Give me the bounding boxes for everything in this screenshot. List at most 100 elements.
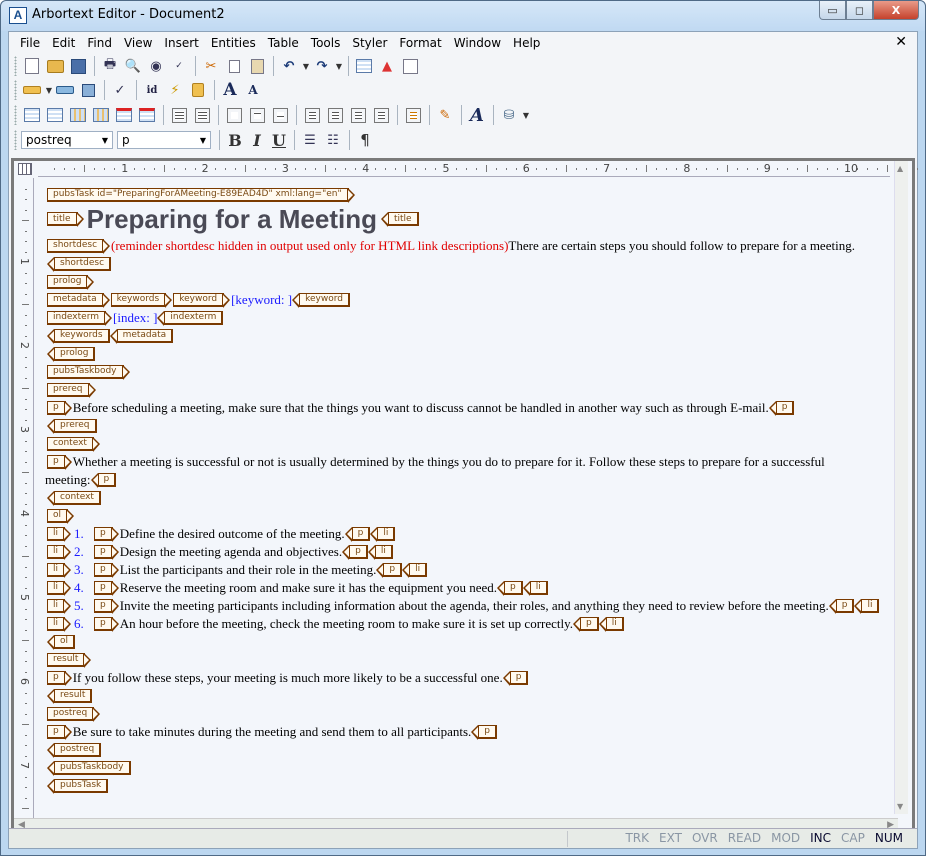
tag-li-close[interactable]: li: [522, 580, 548, 596]
context-text[interactable]: Whether a meeting is successful or not i…: [73, 454, 825, 470]
menu-view[interactable]: View: [118, 33, 158, 53]
delete-column-button[interactable]: [136, 104, 158, 126]
close-window-button[interactable]: X: [873, 1, 919, 20]
tag-title-open[interactable]: title: [47, 212, 84, 227]
edit-table-button[interactable]: ✎: [434, 104, 456, 126]
print-preview-button[interactable]: 🔍: [122, 55, 144, 77]
decrease-font-button[interactable]: A: [242, 79, 264, 101]
new-document-button[interactable]: [21, 55, 43, 77]
split-cell-button[interactable]: [168, 104, 190, 126]
list-item-text[interactable]: List the participants and their role in …: [120, 562, 377, 578]
list-item-text[interactable]: An hour before the meeting, check the me…: [120, 616, 573, 632]
tag-p-close[interactable]: p: [344, 526, 371, 542]
tag-shortdesc-close[interactable]: shortdesc: [46, 256, 112, 272]
undo-button[interactable]: ↶: [278, 55, 300, 77]
tag-context-close[interactable]: context: [47, 490, 101, 506]
tag-prolog-open[interactable]: prolog: [47, 274, 95, 290]
underline-button[interactable]: U: [268, 131, 290, 150]
tag-p-close[interactable]: p: [768, 400, 795, 416]
tag-metadata-close[interactable]: metadata: [109, 328, 174, 344]
tag-li-close[interactable]: li: [854, 598, 880, 614]
ruler-toggle-icon[interactable]: [18, 163, 32, 175]
align-top-button[interactable]: [223, 104, 245, 126]
insert-column-left-button[interactable]: [67, 104, 89, 126]
tag-prereq-open[interactable]: prereq: [47, 382, 95, 398]
change-markup-button[interactable]: [77, 79, 99, 101]
tag-pubstaskbody-open[interactable]: pubsTaskbody: [47, 364, 129, 380]
tag-p-close[interactable]: p: [376, 562, 403, 578]
tag-li-open[interactable]: li: [47, 598, 72, 614]
edit-style-button[interactable]: A: [466, 104, 488, 126]
tag-p-open[interactable]: p: [47, 454, 72, 470]
insert-row-below-button[interactable]: [44, 104, 66, 126]
redo-dropdown[interactable]: ▼: [334, 62, 344, 71]
insert-markup-button[interactable]: [21, 79, 43, 101]
menu-window[interactable]: Window: [448, 33, 507, 53]
tag-indexterm-close[interactable]: indexterm: [157, 310, 224, 326]
tag-li-open[interactable]: li: [47, 562, 72, 578]
tag-ol-open[interactable]: ol: [47, 508, 75, 524]
minimize-button[interactable]: ▭: [819, 1, 846, 20]
tag-p-close[interactable]: p: [342, 544, 368, 560]
fill-color-dropdown[interactable]: ▼: [521, 111, 531, 120]
find-button[interactable]: ◉: [145, 55, 167, 77]
align-middle-button[interactable]: [246, 104, 268, 126]
tag-p-open[interactable]: p: [94, 526, 119, 542]
tag-p-close[interactable]: p: [502, 670, 529, 686]
tag-p-open[interactable]: p: [47, 400, 72, 416]
tag-postreq-open[interactable]: postreq: [47, 706, 101, 722]
tag-p-close[interactable]: p: [90, 472, 117, 488]
show-tags-button[interactable]: ¶: [354, 131, 376, 149]
tag-combo[interactable]: p ▼: [117, 131, 211, 149]
menu-tools[interactable]: Tools: [305, 33, 347, 53]
open-button[interactable]: [44, 55, 66, 77]
tag-keywords-open[interactable]: keywords: [110, 292, 172, 308]
italic-button[interactable]: I: [246, 131, 268, 150]
tag-prereq-close[interactable]: prereq: [47, 418, 97, 434]
document-title[interactable]: Preparing for a Meeting: [87, 204, 377, 235]
tag-pubstaskbody-close[interactable]: pubsTaskbody: [47, 760, 131, 776]
tag-result-close[interactable]: result: [46, 688, 93, 704]
print-button[interactable]: 🖶: [99, 55, 121, 77]
list-item-text[interactable]: Define the desired outcome of the meetin…: [120, 526, 345, 542]
insert-graphic-button[interactable]: ▲: [376, 55, 398, 77]
tag-shortdesc-open[interactable]: shortdesc: [47, 238, 111, 254]
tag-p-open[interactable]: p: [94, 616, 119, 632]
document-content[interactable]: pubsTask id="PreparingForAMeeting-E89EAD…: [45, 186, 887, 826]
tag-li-close[interactable]: li: [370, 526, 396, 542]
tag-keywords-close[interactable]: keywords: [47, 328, 110, 344]
tag-li-open[interactable]: li: [47, 616, 72, 632]
tag-p-open[interactable]: p: [94, 562, 119, 578]
tag-p-close[interactable]: p: [828, 598, 855, 614]
close-document-button[interactable]: ✕: [895, 34, 907, 50]
undo-dropdown[interactable]: ▼: [301, 62, 311, 71]
document-map-button[interactable]: [399, 55, 421, 77]
scroll-down-icon[interactable]: ▼: [897, 802, 903, 811]
tag-p-open[interactable]: p: [94, 544, 119, 560]
delete-row-button[interactable]: [113, 104, 135, 126]
result-text[interactable]: If you follow these steps, your meeting …: [73, 670, 503, 686]
align-bottom-button[interactable]: [269, 104, 291, 126]
save-button[interactable]: [67, 55, 89, 77]
element-combo[interactable]: postreq ▼: [21, 131, 113, 149]
edit-tag-button[interactable]: [54, 79, 76, 101]
align-left-button[interactable]: [301, 104, 323, 126]
spellcheck-button[interactable]: ✓: [168, 55, 190, 77]
check-completeness-button[interactable]: ✓: [109, 79, 131, 101]
tag-pubstask-close[interactable]: pubsTask: [46, 778, 109, 794]
tag-keyword-close[interactable]: keyword: [292, 292, 350, 308]
prereq-text[interactable]: Before scheduling a meeting, make sure t…: [73, 400, 769, 416]
cell-properties-button[interactable]: [402, 104, 424, 126]
cut-button[interactable]: ✂: [200, 55, 222, 77]
copy-button[interactable]: [223, 55, 245, 77]
tag-li-close[interactable]: li: [402, 562, 428, 578]
tag-p-open[interactable]: p: [94, 580, 119, 596]
tag-p-close[interactable]: p: [497, 580, 523, 596]
tag-p-open[interactable]: p: [47, 724, 72, 740]
maximize-button[interactable]: ◻: [846, 1, 873, 20]
tag-ol-close[interactable]: ol: [46, 634, 76, 650]
tag-pubstask-open[interactable]: pubsTask id="PreparingForAMeeting-E89EAD…: [47, 187, 355, 203]
merge-cell-button[interactable]: [191, 104, 213, 126]
tag-title-close[interactable]: title: [381, 212, 419, 227]
menu-insert[interactable]: Insert: [158, 33, 204, 53]
